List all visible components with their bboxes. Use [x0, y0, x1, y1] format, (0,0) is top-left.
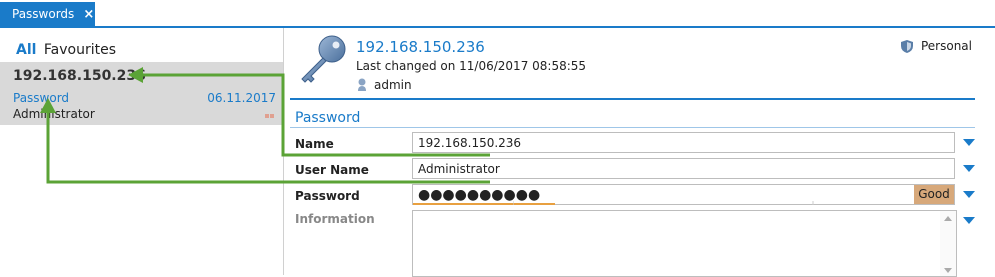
entry-marker-icon — [265, 114, 275, 119]
entry-header-title: 192.168.150.236 — [356, 38, 485, 56]
filter-favourites-tab[interactable]: Favourites — [44, 42, 116, 58]
user-icon — [358, 78, 366, 91]
list-item[interactable]: 192.168.150.236 Password 06.11.2017 Admi… — [0, 62, 283, 125]
password-label: Password — [295, 189, 360, 203]
scrollbar[interactable] — [940, 211, 956, 276]
chevron-down-icon[interactable] — [963, 191, 975, 198]
filter-all-tab[interactable]: All — [16, 42, 36, 58]
filter-tabs: All Favourites — [16, 42, 116, 58]
entry-title: 192.168.150.236 — [13, 68, 146, 84]
close-icon[interactable]: × — [83, 7, 94, 22]
chevron-down-icon[interactable] — [963, 139, 975, 146]
username-field[interactable]: Administrator — [412, 158, 955, 179]
chevron-down-icon[interactable] — [963, 217, 975, 224]
scroll-down-icon[interactable] — [944, 268, 952, 273]
username-label: User Name — [295, 163, 369, 177]
personal-badge[interactable]: Personal — [900, 39, 972, 53]
information-field[interactable] — [412, 210, 957, 277]
entry-date: 06.11.2017 — [207, 91, 276, 105]
scroll-up-icon[interactable] — [944, 216, 952, 221]
information-label: Information — [295, 212, 375, 226]
tab-label: Passwords — [12, 7, 75, 21]
entry-list-pane: All Favourites 192.168.150.236 Password … — [0, 28, 284, 275]
owner-user: admin — [374, 78, 412, 92]
shield-icon — [900, 39, 913, 53]
name-field[interactable]: 192.168.150.236 — [412, 132, 955, 153]
password-strength-badge: Good — [914, 185, 954, 204]
section-title: Password — [295, 110, 361, 126]
detail-pane: 192.168.150.236 Last changed on 11/06/20… — [284, 28, 995, 277]
password-field[interactable]: ●●●●●●●●●● Good — [412, 184, 955, 205]
last-changed-text: Last changed on 11/06/2017 08:58:55 — [356, 59, 587, 73]
tab-passwords[interactable]: Passwords × — [0, 2, 95, 26]
entry-user: Administrator — [13, 107, 95, 121]
personal-label: Personal — [920, 39, 972, 53]
header-divider — [290, 98, 975, 100]
section-divider — [290, 127, 975, 128]
entry-type: Password — [13, 91, 70, 105]
name-label: Name — [295, 137, 334, 151]
key-icon — [301, 35, 346, 83]
chevron-down-icon[interactable] — [963, 165, 975, 172]
tab-strip: Passwords × — [0, 0, 995, 28]
strength-scale-ticks — [513, 201, 814, 205]
